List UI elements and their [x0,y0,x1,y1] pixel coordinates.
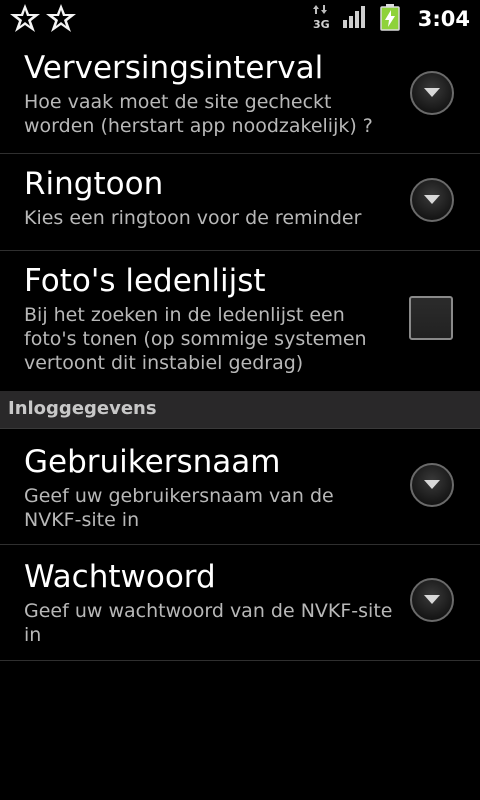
pref-ringtone[interactable]: Ringtoon Kies een ringtoon voor de remin… [0,154,480,251]
pref-member-photos[interactable]: Foto's ledenlijst Bij het zoeken in de l… [0,251,480,391]
pref-summary: Geef uw wachtwoord van de NVKF-site in [24,600,393,646]
signal-strength-icon [342,5,368,33]
chevron-down-icon [424,480,440,489]
category-label: Inloggegevens [8,398,157,419]
chevron-down-icon [424,595,440,604]
star-notification-icon [8,2,42,36]
network-3g-icon: 3G [312,4,330,34]
dropdown-button[interactable] [410,578,454,622]
status-bar: 3G 3:04 [0,0,480,38]
pref-title: Wachtwoord [24,559,216,595]
pref-title: Ringtoon [24,166,164,202]
dropdown-button[interactable] [410,463,454,507]
pref-summary: Kies een ringtoon voor de reminder [24,207,362,229]
notification-icons [8,2,78,36]
pref-text: Wachtwoord Geef uw wachtwoord van de NVK… [24,559,394,647]
pref-text: Gebruikersnaam Geef uw gebruikersnaam va… [24,444,394,532]
category-header: Inloggegevens [0,391,480,429]
pref-text: Ringtoon Kies een ringtoon voor de remin… [24,166,394,230]
chevron-down-icon [424,88,440,97]
pref-summary: Bij het zoeken in de ledenlijst een foto… [24,304,367,374]
star-notification-icon [44,2,78,36]
battery-charging-icon [380,3,400,35]
pref-password[interactable]: Wachtwoord Geef uw wachtwoord van de NVK… [0,545,480,661]
pref-username[interactable]: Gebruikersnaam Geef uw gebruikersnaam va… [0,429,480,545]
clock: 3:04 [417,7,470,31]
pref-text: Foto's ledenlijst Bij het zoeken in de l… [24,263,394,375]
pref-title: Foto's ledenlijst [24,263,266,299]
photos-checkbox[interactable] [409,296,453,340]
dropdown-button[interactable] [410,178,454,222]
pref-refresh-interval[interactable]: Verversingsinterval Hoe vaak moet de sit… [0,38,480,154]
pref-title: Gebruikersnaam [24,444,281,480]
preference-list: Verversingsinterval Hoe vaak moet de sit… [0,38,480,661]
pref-summary: Geef uw gebruikersnaam van de NVKF-site … [24,485,334,531]
pref-text: Verversingsinterval Hoe vaak moet de sit… [24,50,394,138]
status-indicators: 3G 3:04 [312,0,470,38]
pref-title: Verversingsinterval [24,50,324,86]
pref-summary: Hoe vaak moet de site gecheckt worden (h… [24,91,373,137]
network-label: 3G [313,18,330,30]
dropdown-button[interactable] [410,71,454,115]
chevron-down-icon [424,195,440,204]
